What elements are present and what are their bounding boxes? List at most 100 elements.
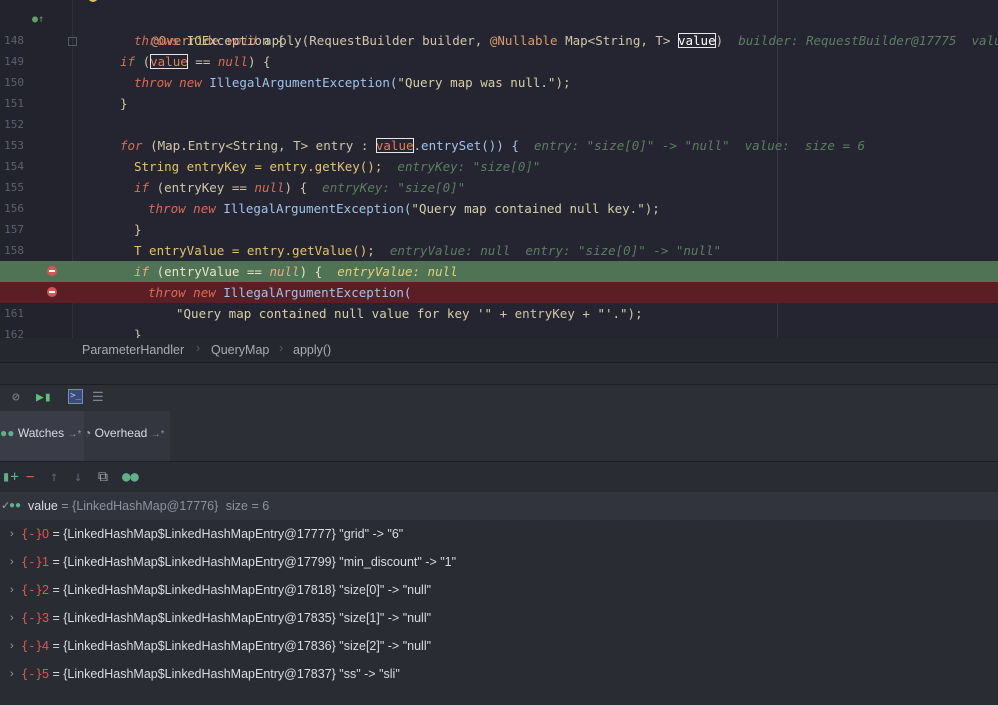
token: ) {	[247, 54, 271, 69]
chevron-right-icon[interactable]: ›	[10, 548, 14, 576]
tab-overhead[interactable]: ◔ Overhead →*	[84, 411, 170, 461]
entry-index: 5	[42, 667, 49, 681]
token: "Query map was null."	[397, 75, 556, 90]
token: "'."	[597, 306, 628, 321]
tree-row[interactable]: › {-} 1 = {LinkedHashMap$LinkedHashMapEntr…	[0, 548, 998, 576]
code-line[interactable]: 153	[0, 114, 998, 152]
code-line[interactable]: 155 String entryKey = entry.getKey(); en…	[0, 156, 998, 194]
tree-row[interactable]: › {-} 4 = {LinkedHashMap$LinkedHashMapEntr…	[0, 632, 998, 660]
token: new	[193, 201, 216, 216]
current-execution-line[interactable]: 160 if (entryValue == null) { entryValue…	[0, 261, 998, 299]
token: null	[217, 54, 248, 69]
glasses-icon[interactable]: ●●	[122, 469, 139, 485]
entry-index: 3	[42, 611, 49, 625]
watch-extra: size = 6	[225, 499, 270, 513]
token: IllegalArgumentException(	[215, 285, 412, 300]
pin-icon[interactable]: →*	[67, 429, 81, 440]
tree-row[interactable]: › {-} 0 = {LinkedHashMap$LinkedHashMapEntr…	[0, 520, 998, 548]
token: + entryKey +	[492, 306, 598, 321]
chevron-right-icon[interactable]: ›	[10, 660, 14, 688]
code-line[interactable]: 149 throws IOException {	[0, 30, 998, 68]
gauge-icon: ◔	[84, 426, 92, 440]
tab-label: Watches	[17, 426, 65, 440]
token: }	[134, 222, 142, 237]
lightbulb-icon[interactable]	[88, 0, 98, 2]
code-line[interactable]: 156 if (entryKey == null) { entryKey: "s…	[0, 177, 998, 215]
token: IllegalArgumentException(	[201, 75, 398, 90]
token: null	[254, 180, 285, 195]
code-line[interactable]: 151 throw new IllegalArgumentException("…	[0, 72, 998, 110]
add-watch-icon[interactable]: ▮+	[2, 469, 19, 485]
fold-toggle-icon[interactable]	[68, 37, 77, 46]
entry-key-value: "size[0]" -> "null"	[339, 583, 432, 597]
token: (	[135, 54, 151, 69]
entry-index: 4	[42, 639, 49, 653]
resume-icon[interactable]: ▶▮	[36, 390, 52, 405]
tab-watches[interactable]: ●● Watches →*	[0, 411, 84, 461]
code-line[interactable]: 150 if (value == null) {	[0, 51, 998, 89]
code-line[interactable]: 157 throw new IllegalArgumentException("…	[0, 198, 998, 236]
code-line[interactable]: }	[0, 324, 998, 338]
tree-row[interactable]: › {-} 3 = {LinkedHashMap$LinkedHashMapEntr…	[0, 604, 998, 632]
token: T entryValue = entry.getValue();	[134, 243, 375, 258]
entry-index: 2	[42, 583, 49, 597]
code-line[interactable]: 152 }	[0, 93, 998, 131]
watch-value: = {LinkedHashMap@17776}	[61, 499, 219, 513]
watches-tree: ✓ ●● value = {LinkedHashMap@17776} size …	[0, 492, 998, 705]
tree-row[interactable]: › {-} 5 = {LinkedHashMap$LinkedHashMapEntr…	[0, 660, 998, 688]
token: }	[120, 96, 128, 111]
chevron-right-icon[interactable]: ›	[10, 520, 14, 548]
chevron-right-icon[interactable]: ›	[10, 632, 14, 660]
token: throw	[134, 75, 172, 90]
layout-settings-icon[interactable]: ☰	[92, 390, 104, 405]
inline-debug-hint: entry: "size[0]" -> "null" value: size =…	[533, 138, 866, 153]
token: .entrySet()) {	[413, 138, 519, 153]
map-entry-icon: {-}	[21, 667, 43, 681]
chevron-right-icon[interactable]: ›	[10, 604, 14, 632]
highlighted-value[interactable]: value	[375, 138, 414, 153]
breakpoint-icon[interactable]	[47, 266, 57, 276]
code-editor[interactable]: 148 ●↑ @Override void apply(RequestBuild…	[0, 0, 998, 338]
breadcrumb-item[interactable]: apply()	[293, 343, 331, 357]
token: (entryKey ==	[149, 180, 255, 195]
entry-key-value: "min_discount" -> "1"	[339, 555, 457, 569]
inline-debug-hint: entryKey: "size[0]"	[397, 159, 541, 174]
chevron-right-icon: ›	[196, 341, 201, 355]
watches-toolbar: ▮+ − ↑ ↓ ⧉ ●●	[0, 462, 998, 492]
token: if	[134, 180, 150, 195]
tree-root-row[interactable]: ✓ ●● value = {LinkedHashMap@17776} size …	[0, 492, 998, 520]
move-up-icon[interactable]: ↑	[50, 469, 58, 485]
breadcrumb-item[interactable]: ParameterHandler	[82, 343, 184, 357]
code-line[interactable]: 154 for (Map.Entry<String, T> entry : va…	[0, 135, 998, 173]
tree-row[interactable]: › {-} 2 = {LinkedHashMap$LinkedHashMapEntr…	[0, 576, 998, 604]
debug-toolbar: ⊘ ▶▮ >_ ☰	[0, 384, 998, 412]
breadcrumb-item[interactable]: QueryMap	[211, 343, 269, 357]
entry-index: 1	[42, 555, 49, 569]
token: new	[193, 285, 216, 300]
pin-icon[interactable]: →*	[151, 429, 165, 440]
copy-icon[interactable]: ⧉	[98, 469, 108, 485]
override-marker-icon[interactable]: ●↑	[32, 9, 44, 30]
code-line[interactable]: 158 }	[0, 219, 998, 257]
entry-ref: = {LinkedHashMap$LinkedHashMapEntry@1783…	[52, 639, 336, 653]
remove-watch-icon[interactable]: −	[26, 469, 34, 485]
glasses-icon: ●●	[0, 426, 15, 440]
code-line[interactable]: 159 T entryValue = entry.getValue(); ent…	[0, 240, 998, 278]
mute-breakpoints-icon[interactable]: ⊘	[12, 390, 20, 405]
highlighted-value[interactable]: value	[150, 54, 188, 69]
entry-key-value: "size[2]" -> "null"	[339, 639, 432, 653]
console-icon[interactable]: >_	[68, 389, 83, 404]
chevron-right-icon[interactable]: ›	[10, 576, 14, 604]
breakpoint-icon[interactable]	[47, 287, 57, 297]
move-down-icon[interactable]: ↓	[74, 469, 82, 485]
token: ) {	[299, 264, 323, 279]
code-line[interactable]: 162 "Query map contained null value for …	[0, 303, 998, 338]
code-line[interactable]: 148 ●↑ @Override void apply(RequestBuild…	[0, 9, 998, 48]
token: if	[120, 54, 136, 69]
token: IOException {	[179, 33, 285, 48]
breakpoint-line[interactable]: 161 throw new IllegalArgumentException(	[0, 282, 998, 320]
token: null	[269, 264, 300, 279]
token: ==	[187, 54, 218, 69]
map-entry-icon: {-}	[21, 555, 43, 569]
token: String entryKey = entry.getKey();	[134, 159, 383, 174]
